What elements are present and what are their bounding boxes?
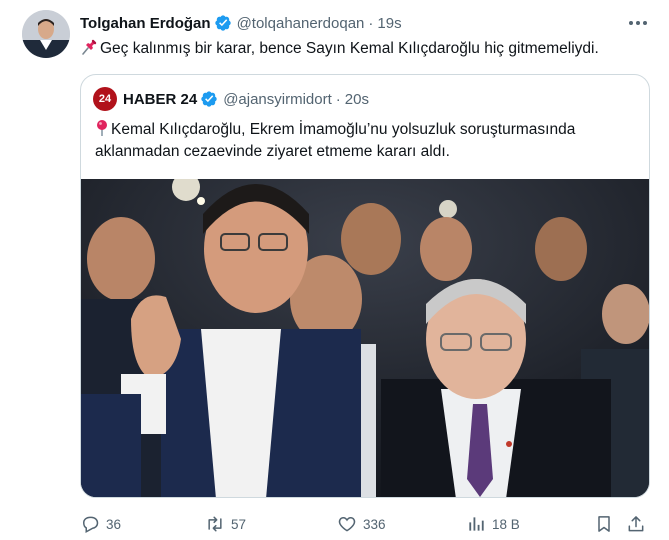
quoted-timestamp[interactable]: 20s xyxy=(345,91,369,108)
separator: · xyxy=(368,14,374,32)
quoted-tweet-photo[interactable] xyxy=(81,179,649,497)
share-icon xyxy=(628,516,644,532)
verified-badge-icon xyxy=(214,14,232,32)
bookmark-button[interactable] xyxy=(594,512,620,536)
like-count: 336 xyxy=(363,516,386,532)
heart-icon xyxy=(338,516,356,532)
views-button[interactable]: 18 B xyxy=(466,512,520,536)
retweet-button[interactable]: 57 xyxy=(205,512,246,536)
bookmark-icon xyxy=(598,516,610,532)
more-options-icon[interactable] xyxy=(626,13,650,33)
tweet-actions: 36 57 336 18 B xyxy=(80,512,650,536)
reply-icon xyxy=(82,516,99,534)
views-count: 18 B xyxy=(492,516,520,532)
news-photo-illustration xyxy=(81,179,649,497)
share-button[interactable] xyxy=(626,512,652,536)
pushpin-icon xyxy=(80,38,98,56)
timestamp[interactable]: 19s xyxy=(377,15,401,32)
tweet-text: Geç kalınmış bir karar, bence Sayın Kema… xyxy=(80,38,599,59)
author-avatar[interactable] xyxy=(22,10,70,58)
like-button[interactable]: 336 xyxy=(337,512,386,536)
retweet-count: 57 xyxy=(231,516,247,532)
verified-badge-icon xyxy=(200,90,218,108)
quoted-author-handle[interactable]: @ajansyirmidort xyxy=(223,91,332,108)
quoted-tweet[interactable]: 24 HABER 24 @ajansyirmidort · 20s Kemal … xyxy=(80,74,650,498)
author-name[interactable]: Tolgahan Erdoğan xyxy=(80,15,211,32)
quoted-text-line-2: aklanmadan cezaevinde ziyaret etmeme kar… xyxy=(95,143,450,160)
retweet-icon xyxy=(208,516,222,532)
quoted-author-avatar[interactable]: 24 xyxy=(93,87,117,111)
separator: · xyxy=(335,90,341,108)
quoted-tweet-text: Kemal Kılıçdaroğlu, Ekrem İmamoğlu’nu yo… xyxy=(95,119,635,163)
tweet-body: Geç kalınmış bir karar, bence Sayın Kema… xyxy=(100,40,599,57)
reply-count: 36 xyxy=(106,516,122,532)
views-chart-icon xyxy=(469,517,484,531)
quoted-tweet-header: 24 HABER 24 @ajansyirmidort · 20s xyxy=(93,87,369,111)
round-pushpin-icon xyxy=(95,119,109,137)
quoted-author-name[interactable]: HABER 24 xyxy=(123,91,197,108)
author-handle[interactable]: @tolqahanerdoqan xyxy=(237,15,365,32)
quoted-text-line-1: Kemal Kılıçdaroğlu, Ekrem İmamoğlu’nu yo… xyxy=(111,121,576,138)
tweet[interactable]: Tolgahan Erdoğan @tolqahanerdoqan · 19s … xyxy=(0,0,669,540)
reply-button[interactable]: 36 xyxy=(80,512,121,536)
tweet-header: Tolgahan Erdoğan @tolqahanerdoqan · 19s xyxy=(80,13,402,33)
